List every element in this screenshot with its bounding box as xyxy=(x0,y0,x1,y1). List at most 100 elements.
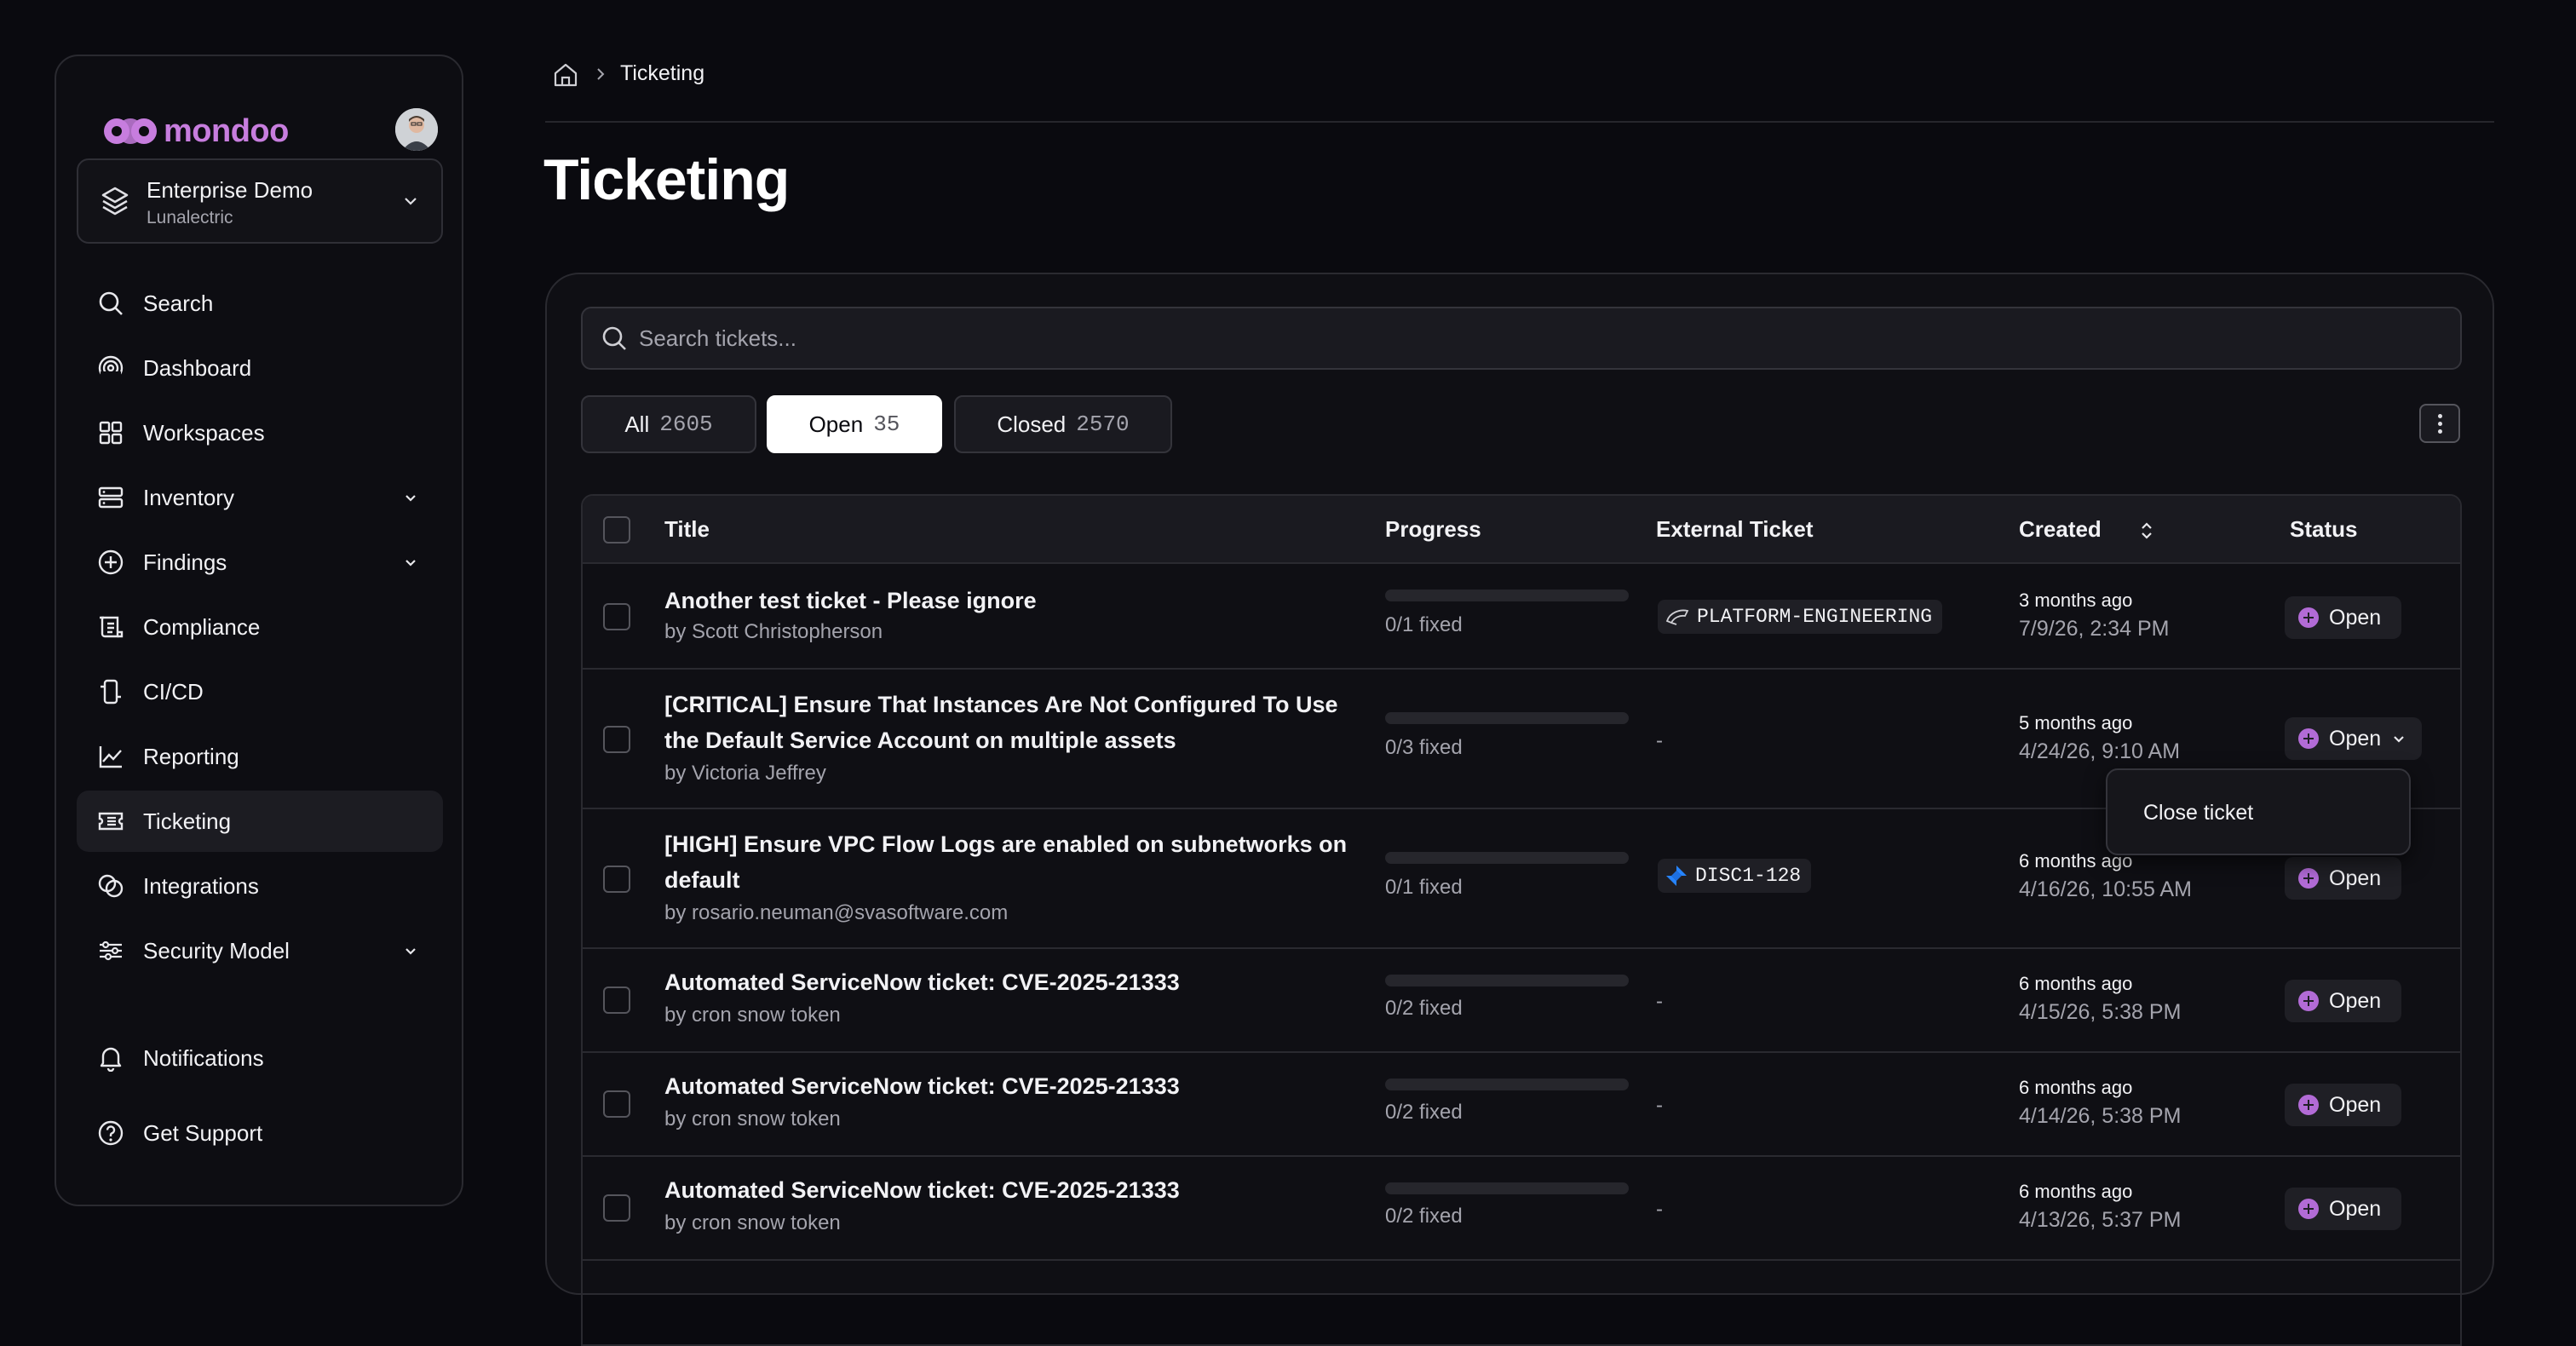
column-title[interactable]: Title xyxy=(664,516,710,543)
external-ticket-badge[interactable]: DISC1-128 xyxy=(1658,859,1812,893)
status-open-icon xyxy=(2298,728,2319,749)
page-title: Ticketing xyxy=(543,147,790,212)
chevron-right-icon xyxy=(597,68,605,80)
table-row[interactable]: Automated ServiceNow ticket: CVE-2025-21… xyxy=(583,949,2460,1053)
mondoo-logo[interactable]: mondoo xyxy=(104,107,289,155)
row-checkbox[interactable] xyxy=(603,1194,630,1222)
external-ticket-badge[interactable]: PLATFORM-ENGINEERING xyxy=(1658,600,1943,634)
sidebar-item-compliance[interactable]: Compliance xyxy=(77,596,443,658)
reporting-icon xyxy=(99,746,122,768)
progress-bar xyxy=(1385,852,1629,864)
status-label: Open xyxy=(2329,726,2382,751)
status-button[interactable]: Open xyxy=(2285,980,2402,1022)
row-checkbox[interactable] xyxy=(603,1090,630,1118)
org-subtitle: Lunalectric xyxy=(147,208,233,227)
status-open-icon xyxy=(2298,607,2319,628)
column-progress[interactable]: Progress xyxy=(1385,516,1481,543)
created-relative: 5 months ago xyxy=(2019,712,2133,733)
servicenow-icon xyxy=(1665,609,1689,625)
sort-icon[interactable] xyxy=(2138,520,2155,542)
ticket-title[interactable]: Automated ServiceNow ticket: CVE-2025-21… xyxy=(664,964,1180,1000)
sidebar-item-security-model[interactable]: Security Model xyxy=(77,920,443,981)
ticket-author: by Victoria Jeffrey xyxy=(664,762,826,785)
ticket-title[interactable]: [CRITICAL] Ensure That Instances Are Not… xyxy=(664,687,1363,758)
dashboard-icon xyxy=(98,355,124,382)
cicd-icon xyxy=(101,679,121,705)
tab-count: 35 xyxy=(873,411,900,437)
sidebar-item-reporting[interactable]: Reporting xyxy=(77,726,443,787)
status-label: Open xyxy=(2329,605,2382,630)
close-ticket-menu-item[interactable]: Close ticket xyxy=(2143,801,2253,825)
sidebar-item-search[interactable]: Search xyxy=(77,273,443,334)
status-button[interactable]: Open xyxy=(2285,717,2423,760)
status-label: Open xyxy=(2329,988,2382,1013)
progress-text: 0/1 fixed xyxy=(1385,613,1463,636)
sidebar-item-label: Dashboard xyxy=(143,354,252,381)
sidebar-item-dashboard[interactable]: Dashboard xyxy=(77,337,443,399)
search-input[interactable] xyxy=(639,319,2428,358)
progress-text: 0/2 fixed xyxy=(1385,1205,1463,1228)
kebab-dot xyxy=(2438,422,2442,426)
tickets-table: Title Progress External Ticket Created S… xyxy=(581,494,2462,1346)
row-checkbox[interactable] xyxy=(603,986,630,1014)
progress-bar xyxy=(1385,590,1629,601)
logo-mark-icon xyxy=(104,118,157,144)
column-external-ticket[interactable]: External Ticket xyxy=(1656,516,1814,543)
external-ticket-empty: - xyxy=(1656,1094,1663,1117)
created-absolute: 4/13/26, 5:37 PM xyxy=(2019,1208,2182,1232)
status-button[interactable]: Open xyxy=(2285,1084,2402,1126)
ticket-title[interactable]: [HIGH] Ensure VPC Flow Logs are enabled … xyxy=(664,826,1363,898)
sidebar-item-ticketing[interactable]: Ticketing xyxy=(77,791,443,852)
row-checkbox[interactable] xyxy=(603,603,630,630)
table-row[interactable]: Another test ticket - Please ignore by S… xyxy=(583,566,2460,670)
status-open-icon xyxy=(2298,868,2319,889)
select-all-checkbox[interactable] xyxy=(603,516,630,544)
org-switcher[interactable]: Enterprise Demo Lunalectric xyxy=(77,158,443,244)
created-absolute: 4/14/26, 5:38 PM xyxy=(2019,1104,2182,1128)
integrations-icon xyxy=(98,874,124,898)
ticket-title[interactable]: Another test ticket - Please ignore xyxy=(664,583,1037,618)
ticket-title[interactable]: Automated ServiceNow ticket: CVE-2025-21… xyxy=(664,1172,1180,1208)
logo-text: mondoo xyxy=(164,112,289,149)
progress-bar xyxy=(1385,975,1629,986)
status-label: Open xyxy=(2329,1092,2382,1117)
ticket-title[interactable]: Automated ServiceNow ticket: CVE-2025-21… xyxy=(664,1068,1180,1104)
status-button[interactable]: Open xyxy=(2285,857,2402,900)
search-icon xyxy=(99,291,123,315)
column-status[interactable]: Status xyxy=(2290,516,2357,543)
tab-count: 2570 xyxy=(1076,411,1130,437)
breadcrumb-current[interactable]: Ticketing xyxy=(620,61,704,86)
home-icon[interactable] xyxy=(552,61,579,89)
sidebar-item-integrations[interactable]: Integrations xyxy=(77,855,443,917)
sidebar-item-workspaces[interactable]: Workspaces xyxy=(77,402,443,463)
tab-all[interactable]: All 2605 xyxy=(581,395,756,453)
status-button[interactable]: Open xyxy=(2285,596,2402,639)
search-box[interactable] xyxy=(581,307,2462,370)
chevron-down-icon xyxy=(405,198,417,205)
sidebar-item-get-support[interactable]: Get Support xyxy=(77,1102,443,1164)
row-checkbox[interactable] xyxy=(603,726,630,753)
avatar[interactable] xyxy=(395,108,438,151)
ticket-author: by Scott Christopherson xyxy=(664,620,883,643)
sidebar-item-cicd[interactable]: CI/CD xyxy=(77,661,443,722)
status-label: Open xyxy=(2329,866,2382,890)
table-row[interactable]: Automated ServiceNow ticket: CVE-2025-21… xyxy=(583,1157,2460,1261)
created-absolute: 4/16/26, 10:55 AM xyxy=(2019,877,2192,901)
ticket-icon xyxy=(98,812,124,831)
tab-open[interactable]: Open 35 xyxy=(767,395,942,453)
sidebar-item-notifications[interactable]: Notifications xyxy=(77,1027,443,1089)
status-label: Open xyxy=(2329,1196,2382,1221)
sidebar-item-inventory[interactable]: Inventory xyxy=(77,467,443,528)
help-icon xyxy=(98,1120,124,1146)
table-row[interactable]: Automated ServiceNow ticket: CVE-2025-21… xyxy=(583,1053,2460,1157)
tab-closed[interactable]: Closed 2570 xyxy=(954,395,1172,453)
status-button[interactable]: Open xyxy=(2285,1188,2402,1230)
status-dropdown-menu: Close ticket xyxy=(2106,768,2411,855)
row-checkbox[interactable] xyxy=(603,866,630,893)
sidebar-item-label: Integrations xyxy=(143,872,259,899)
breadcrumb: Ticketing xyxy=(552,60,704,90)
search-icon xyxy=(602,326,626,350)
column-created[interactable]: Created xyxy=(2019,516,2102,543)
sidebar-item-findings[interactable]: Findings xyxy=(77,532,443,593)
more-options-button[interactable] xyxy=(2419,404,2460,443)
